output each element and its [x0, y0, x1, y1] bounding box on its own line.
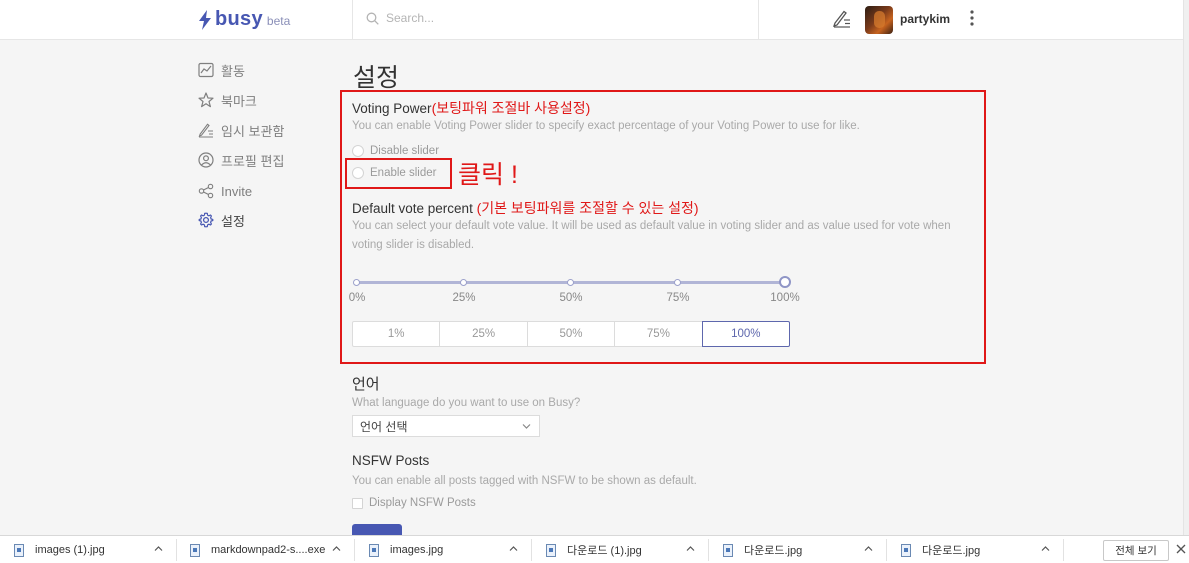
checkbox-box[interactable]	[352, 497, 363, 509]
sidebar-item-edit-profile[interactable]: 프로필 편집	[198, 150, 284, 170]
language-select[interactable]: 언어 선택	[352, 415, 540, 437]
sidebar-item-label: 설정	[221, 213, 245, 229]
activity-chart-icon	[198, 62, 214, 78]
logo-beta-badge: beta	[266, 14, 291, 28]
download-item[interactable]: 다운로드.jpg	[901, 536, 980, 563]
sidebar-item-label: 임시 보관함	[221, 123, 285, 139]
download-item[interactable]: images.jpg	[369, 536, 443, 563]
download-item[interactable]: markdownpad2-s....exe	[190, 536, 325, 563]
write-post-icon[interactable]	[832, 9, 852, 29]
language-title: 언어	[352, 376, 380, 393]
annotation-enable-slider-box	[345, 158, 452, 189]
page-title: 설정	[353, 64, 400, 92]
sidebar-item-label: 북마크	[221, 93, 257, 109]
language-select-value: 언어 선택	[360, 419, 408, 434]
chevron-up-icon[interactable]	[509, 545, 518, 552]
lightning-icon	[199, 9, 211, 30]
profile-icon	[198, 152, 214, 168]
language-description: What language do you want to use on Busy…	[352, 397, 581, 409]
download-filename: 다운로드.jpg	[922, 545, 981, 557]
image-file-icon	[723, 543, 733, 557]
download-filename: 다운로드.jpg	[744, 545, 803, 557]
chevron-up-icon[interactable]	[332, 545, 341, 552]
chevron-up-icon[interactable]	[864, 545, 873, 552]
download-filename: images (1).jpg	[35, 544, 105, 556]
exe-file-icon	[190, 543, 200, 557]
download-item[interactable]: 다운로드.jpg	[723, 536, 802, 563]
image-file-icon	[546, 543, 556, 557]
download-separator	[176, 539, 177, 561]
header-divider	[758, 0, 759, 40]
sidebar-item-label: 활동	[221, 63, 245, 79]
sidebar-item-label: 프로필 편집	[221, 153, 285, 169]
download-separator	[531, 539, 532, 561]
download-filename: markdownpad2-s....exe	[211, 544, 326, 556]
sidebar-item-invite[interactable]: Invite	[198, 181, 252, 201]
preset-100-button[interactable]: 100%	[701, 321, 791, 347]
download-separator	[886, 539, 887, 561]
annotation-highlight-box	[340, 90, 986, 364]
sidebar-item-drafts[interactable]: 임시 보관함	[198, 120, 284, 140]
image-file-icon	[369, 543, 379, 557]
download-filename: 다운로드 (1).jpg	[567, 545, 642, 557]
star-icon	[198, 92, 214, 108]
show-all-downloads-button[interactable]: 전체 보기	[1103, 540, 1169, 561]
busy-logo[interactable]: busy beta	[198, 8, 290, 31]
search-input[interactable]	[386, 11, 746, 25]
username-link[interactable]: partykim	[900, 12, 950, 26]
avatar[interactable]	[865, 6, 893, 34]
sidebar-item-bookmarks[interactable]: 북마크	[198, 90, 257, 110]
sidebar-item-label: Invite	[221, 183, 253, 199]
download-item[interactable]: images (1).jpg	[14, 536, 105, 563]
nsfw-title: NSFW Posts	[352, 453, 430, 468]
nsfw-checkbox[interactable]: Display NSFW Posts	[352, 497, 476, 509]
chevron-up-icon[interactable]	[154, 545, 163, 552]
sidebar-item-activity[interactable]: 활동	[198, 60, 245, 80]
close-icon[interactable]	[1176, 544, 1186, 554]
sidebar-item-settings[interactable]: 설정	[198, 210, 245, 230]
search-box[interactable]	[366, 11, 746, 25]
logo-text: busy	[215, 8, 263, 30]
chevron-up-icon[interactable]	[686, 545, 695, 552]
chevron-down-icon	[522, 424, 531, 429]
click-annotation: 클릭 !	[458, 161, 518, 189]
download-separator	[708, 539, 709, 561]
top-navbar: busy beta partykim	[0, 0, 1189, 40]
gear-icon	[198, 212, 214, 228]
download-separator	[1063, 539, 1064, 561]
image-file-icon	[14, 543, 24, 557]
chevron-up-icon[interactable]	[1041, 545, 1050, 552]
more-vertical-icon[interactable]	[966, 9, 978, 27]
image-file-icon	[901, 543, 911, 557]
search-icon	[366, 12, 379, 25]
header-divider	[352, 0, 353, 40]
download-separator	[354, 539, 355, 561]
download-bar: images (1).jpg markdownpad2-s....exe ima…	[0, 535, 1189, 563]
download-item[interactable]: 다운로드 (1).jpg	[546, 536, 642, 563]
checkbox-label: Display NSFW Posts	[369, 497, 476, 509]
nsfw-description: You can enable all posts tagged with NSF…	[352, 475, 697, 487]
share-icon	[198, 183, 214, 199]
download-filename: images.jpg	[390, 544, 444, 556]
page-scrollbar[interactable]	[1183, 0, 1189, 535]
drafts-pen-icon	[198, 123, 213, 138]
